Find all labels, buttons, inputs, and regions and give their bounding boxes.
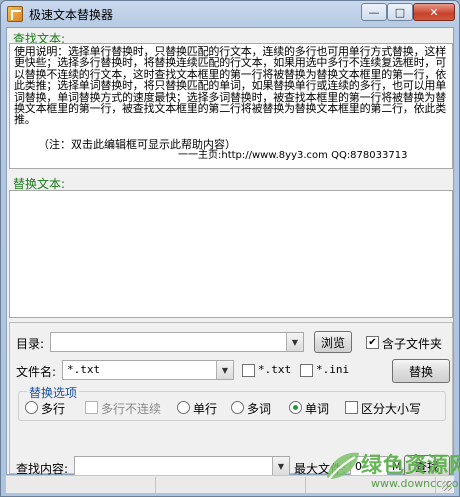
replace-button-label: 替换 bbox=[408, 364, 433, 379]
close-icon: ✕ bbox=[429, 5, 439, 19]
dir-combo[interactable]: ▼ bbox=[50, 332, 304, 352]
mode-word-radio[interactable] bbox=[289, 401, 302, 414]
minimize-button[interactable]: — bbox=[361, 3, 387, 21]
app-window: 极速文本替换器 — □ ✕ 查找文本: 使用说明：选择单行替换时，只替换匹配的行… bbox=[0, 0, 460, 497]
include-subdirs-label: 含子文件夹 bbox=[382, 337, 443, 351]
ext-txt-checkbox[interactable] bbox=[242, 364, 255, 377]
leaf-logo-icon bbox=[327, 452, 359, 480]
ext-ini-checkbox[interactable] bbox=[300, 364, 313, 377]
help-homepage: 一一主页:http://www.8yy3.com QQ:878033713 bbox=[178, 150, 408, 162]
title-bar[interactable]: 极速文本替换器 — □ ✕ bbox=[1, 1, 459, 27]
filename-combo[interactable]: *.txt ▼ bbox=[62, 360, 234, 380]
browse-button-label: 浏览 bbox=[320, 335, 345, 350]
include-subdirs-checkbox[interactable]: ✔ bbox=[366, 336, 379, 349]
maximize-icon: □ bbox=[394, 5, 406, 19]
chevron-down-icon[interactable]: ▼ bbox=[272, 457, 289, 475]
client-area: 查找文本: 使用说明：选择单行替换时，只替换匹配的行文本，连续的多行也可用单行方… bbox=[6, 27, 454, 477]
help-hint: （注：双击此编辑框可显示此帮助内容） bbox=[38, 137, 236, 151]
case-sensitive-label: 区分大小写 bbox=[361, 402, 422, 416]
watermark-url: www.downcc.com bbox=[371, 477, 460, 490]
mode-word-label: 单词 bbox=[305, 402, 330, 416]
mode-multiword-label: 多词 bbox=[247, 402, 272, 416]
filename-label: 文件名: bbox=[16, 365, 57, 379]
ext-txt-label: *.txt bbox=[258, 363, 292, 376]
filename-value: *.txt bbox=[67, 363, 101, 376]
check-icon: ✔ bbox=[368, 336, 377, 348]
mode-multiline-radio[interactable] bbox=[25, 401, 38, 414]
chevron-down-icon[interactable]: ▼ bbox=[286, 333, 303, 351]
mode-multiline-label: 多行 bbox=[41, 402, 66, 416]
replace-options-legend: 替换选项 bbox=[27, 384, 80, 401]
watermark: 绿色资源网 www.downcc.com bbox=[321, 449, 460, 495]
mode-singleline-label: 单行 bbox=[193, 402, 218, 416]
status-cell-2 bbox=[156, 477, 306, 493]
mode-singleline-radio[interactable] bbox=[177, 401, 190, 414]
search-content-combo[interactable]: ▼ bbox=[74, 456, 290, 476]
minimize-icon: — bbox=[368, 5, 380, 19]
help-paragraph: 使用说明：选择单行替换时，只替换匹配的行文本，连续的多行也可用单行方式替换，这样… bbox=[14, 45, 446, 127]
replace-button[interactable]: 替换 bbox=[392, 359, 450, 383]
chevron-down-icon[interactable]: ▼ bbox=[216, 361, 233, 379]
case-sensitive-checkbox[interactable] bbox=[345, 401, 358, 414]
app-icon bbox=[7, 6, 23, 22]
window-title: 极速文本替换器 bbox=[29, 8, 114, 22]
mode-noncontiguous-label: 多行不连续 bbox=[101, 402, 162, 416]
noncontiguous-checkbox[interactable] bbox=[85, 401, 98, 414]
mode-multiword-radio[interactable] bbox=[231, 401, 244, 414]
replace-text-area[interactable] bbox=[9, 190, 453, 318]
ext-ini-label: *.ini bbox=[316, 363, 350, 376]
replace-options-group: 替换选项 多行 多行不连续 单行 多词 单词 区分大小写 bbox=[18, 384, 446, 421]
maximize-button[interactable]: □ bbox=[387, 3, 413, 21]
browse-button[interactable]: 浏览 bbox=[314, 331, 352, 353]
close-button[interactable]: ✕ bbox=[413, 3, 455, 21]
status-cell-1 bbox=[6, 477, 156, 493]
find-text-area[interactable]: 使用说明：选择单行替换时，只替换匹配的行文本，连续的多行也可用单行方式替换，这样… bbox=[9, 43, 453, 169]
watermark-text: 绿色资源网 bbox=[361, 453, 460, 477]
dir-label: 目录: bbox=[16, 337, 45, 351]
